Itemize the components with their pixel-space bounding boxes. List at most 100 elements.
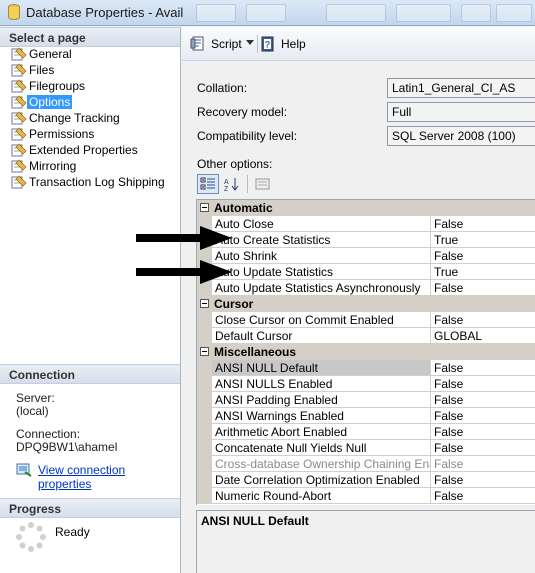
alphabetical-view-button[interactable]: A Z [220, 174, 242, 194]
row-margin [197, 312, 212, 328]
property-value[interactable]: False [431, 456, 535, 472]
recovery-model-label: Recovery model: [197, 105, 288, 119]
property-row[interactable]: Default Cursor GLOBAL [197, 328, 535, 344]
page-icon [11, 47, 27, 61]
row-margin [197, 328, 212, 344]
property-value[interactable]: False [431, 360, 535, 376]
page-icon [11, 95, 27, 109]
grid-category-label: Automatic [214, 201, 273, 215]
property-name: ANSI Warnings Enabled [212, 408, 431, 424]
page-icon [11, 159, 27, 173]
property-value[interactable]: False [431, 424, 535, 440]
property-value[interactable]: False [431, 440, 535, 456]
page-icon [11, 143, 27, 157]
property-row[interactable]: Cross-database Ownership Chaining Enable… [197, 456, 535, 472]
property-name: Date Correlation Optimization Enabled [212, 472, 431, 488]
property-value[interactable]: True [431, 264, 535, 280]
page-item[interactable]: Options [11, 94, 73, 110]
property-value[interactable]: False [431, 248, 535, 264]
window-title: Database Properties - Avail [26, 5, 184, 20]
page-item-label: Filegroups [29, 79, 86, 93]
property-name: Numeric Round-Abort [212, 488, 431, 504]
page-item[interactable]: Files [11, 62, 56, 78]
property-row[interactable]: ANSI Padding Enabled False [197, 392, 535, 408]
collation-label: Collation: [197, 81, 248, 95]
description-title: ANSI NULL Default [201, 514, 309, 528]
property-row[interactable]: Auto Update Statistics True [197, 264, 535, 280]
page-item-label: Change Tracking [29, 111, 120, 125]
page-item[interactable]: Extended Properties [11, 142, 140, 158]
toolbar-separator [257, 35, 258, 53]
help-button[interactable]: ? Help [260, 36, 306, 52]
property-name: ANSI NULL Default [212, 360, 431, 376]
recovery-model-combo[interactable]: Full [387, 102, 535, 122]
property-row[interactable]: Date Correlation Optimization Enabled Fal… [197, 472, 535, 488]
grid-category-row[interactable]: Miscellaneous [197, 344, 535, 360]
grid-category-label: Miscellaneous [214, 345, 297, 359]
property-row[interactable]: ANSI Warnings Enabled False [197, 408, 535, 424]
page-item[interactable]: Permissions [11, 126, 96, 142]
property-row[interactable]: Auto Update Statistics Asynchronously Fal… [197, 280, 535, 296]
row-margin [197, 440, 212, 456]
right-pane: Script ? Help Collation: Latin1_General_… [182, 27, 535, 573]
property-value[interactable]: False [431, 408, 535, 424]
property-value[interactable]: False [431, 376, 535, 392]
property-pages-icon [255, 178, 270, 190]
property-row[interactable]: Auto Close False [197, 216, 535, 232]
page-item[interactable]: General [11, 46, 74, 62]
annotation-arrow-icon [136, 226, 232, 250]
property-grid: Automatic Auto Close False Auto Create Stat… [196, 199, 535, 505]
page-icon [11, 127, 27, 141]
collation-combo[interactable]: Latin1_General_CI_AS [387, 78, 535, 98]
page-item[interactable]: Change Tracking [11, 110, 122, 126]
property-row[interactable]: Numeric Round-Abort False [197, 488, 535, 504]
compatibility-level-combo[interactable]: SQL Server 2008 (100) [387, 126, 535, 146]
connection-properties-icon[interactable] [16, 463, 32, 477]
property-row[interactable]: Auto Create Statistics True [197, 232, 535, 248]
toolbar: Script ? Help [182, 27, 535, 61]
page-icon [11, 111, 27, 125]
categorized-view-button[interactable] [197, 174, 219, 194]
collapse-icon[interactable] [200, 203, 209, 212]
page-item[interactable]: Mirroring [11, 158, 78, 174]
connection-value: DPQ9BW1\ahamel [16, 440, 118, 454]
collapse-icon[interactable] [200, 347, 209, 356]
property-name: Default Cursor [212, 328, 431, 344]
page-item[interactable]: Transaction Log Shipping [11, 174, 167, 190]
page-item-label: Permissions [29, 127, 95, 141]
script-button[interactable]: Script [190, 36, 242, 52]
blurred-taskbar-item [396, 4, 451, 22]
blurred-taskbar-item [496, 4, 532, 22]
property-value[interactable]: False [431, 472, 535, 488]
property-value[interactable]: False [431, 392, 535, 408]
grid-category-row[interactable]: Automatic [197, 200, 535, 216]
script-dropdown-arrow-icon[interactable] [246, 40, 254, 45]
property-name: Cross-database Ownership Chaining Enable… [212, 456, 431, 472]
grid-category-label: Cursor [214, 297, 254, 311]
row-margin [197, 360, 212, 376]
row-margin [197, 488, 212, 504]
page-item[interactable]: Filegroups [11, 78, 87, 94]
property-row[interactable]: ANSI NULL Default False [197, 360, 535, 376]
property-value[interactable]: False [431, 312, 535, 328]
property-row[interactable]: Arithmetic Abort Enabled False [197, 424, 535, 440]
property-value[interactable]: False [431, 280, 535, 296]
property-pages-button[interactable] [252, 174, 274, 194]
page-item-label: Files [29, 63, 55, 77]
progress-spinner-icon [16, 522, 46, 552]
property-name: Close Cursor on Commit Enabled [212, 312, 431, 328]
property-row[interactable]: Concatenate Null Yields Null False [197, 440, 535, 456]
grid-category-row[interactable]: Cursor [197, 296, 535, 312]
collapse-icon[interactable] [200, 299, 209, 308]
property-name: ANSI Padding Enabled [212, 392, 431, 408]
property-value[interactable]: False [431, 216, 535, 232]
property-name: Concatenate Null Yields Null [212, 440, 431, 456]
property-row[interactable]: ANSI NULLS Enabled False [197, 376, 535, 392]
property-row[interactable]: Close Cursor on Commit Enabled False [197, 312, 535, 328]
property-value[interactable]: True [431, 232, 535, 248]
property-row[interactable]: Auto Shrink False [197, 248, 535, 264]
view-connection-properties-link[interactable]: View connection properties [38, 463, 180, 491]
property-value[interactable]: GLOBAL [431, 328, 535, 344]
sort-alphabetical-icon: A Z [224, 178, 239, 191]
property-value[interactable]: False [431, 488, 535, 504]
